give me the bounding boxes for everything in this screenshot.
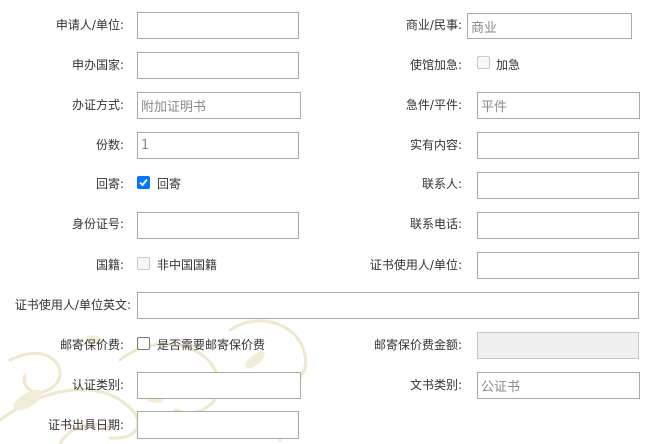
contact-label: 联系人: <box>421 177 462 191</box>
business-type-input[interactable] <box>467 13 632 39</box>
return-mail-label: 回寄: <box>95 177 124 191</box>
country-input[interactable] <box>137 52 299 79</box>
cert-user-en-input[interactable] <box>137 292 639 319</box>
return-mail-checkbox[interactable] <box>137 176 150 189</box>
cert-user-label: 证书使用人/单位: <box>369 258 462 272</box>
insurance-amount-input[interactable] <box>477 332 639 359</box>
copies-label: 份数: <box>95 138 124 152</box>
copies-input[interactable] <box>137 132 299 159</box>
checkmark-icon <box>139 178 148 187</box>
certify-method-input[interactable] <box>137 92 301 119</box>
doc-type-select[interactable] <box>477 372 640 399</box>
embassy-urgent-checkbox[interactable] <box>477 56 490 69</box>
cert-category-select[interactable] <box>137 372 301 399</box>
id-number-input[interactable] <box>137 212 299 239</box>
return-mail-checkbox-label: 回寄 <box>157 177 182 191</box>
actual-content-input[interactable] <box>477 132 639 159</box>
issue-date-input[interactable] <box>137 411 299 439</box>
issue-date-label: 证书出具日期: <box>47 418 124 432</box>
embassy-urgent-checkbox-label: 加急 <box>496 58 521 72</box>
nationality-label: 国籍: <box>95 258 124 272</box>
nationality-checkbox[interactable] <box>137 257 150 270</box>
urgency-label: 急件/平件: <box>405 98 462 112</box>
cert-category-label: 认证类别: <box>71 378 124 392</box>
certify-method-label: 办证方式: <box>71 98 124 112</box>
country-label: 申办国家: <box>71 58 124 72</box>
cert-user-en-label: 证书使用人/单位英文: <box>14 298 131 312</box>
urgency-input[interactable] <box>477 92 640 119</box>
insurance-checkbox-label: 是否需要邮寄保价费 <box>157 338 266 352</box>
actual-content-label: 实有内容: <box>409 138 462 152</box>
insurance-label: 邮寄保价费: <box>59 338 124 352</box>
applicant-input[interactable] <box>137 12 299 39</box>
insurance-checkbox[interactable] <box>137 337 150 350</box>
business-type-label: 商业/民事: <box>405 18 462 32</box>
id-number-label: 身份证号: <box>71 217 124 231</box>
doc-type-label: 文书类别: <box>409 378 462 392</box>
insurance-amount-label: 邮寄保价费金额: <box>373 338 462 352</box>
cert-user-input[interactable] <box>477 252 639 279</box>
embassy-urgent-label: 使馆加急: <box>409 58 462 72</box>
applicant-label: 申请人/单位: <box>55 18 124 32</box>
contact-input[interactable] <box>477 172 639 199</box>
nationality-checkbox-label: 非中国国籍 <box>157 258 218 272</box>
phone-label: 联系电话: <box>409 217 462 231</box>
phone-input[interactable] <box>477 212 639 239</box>
